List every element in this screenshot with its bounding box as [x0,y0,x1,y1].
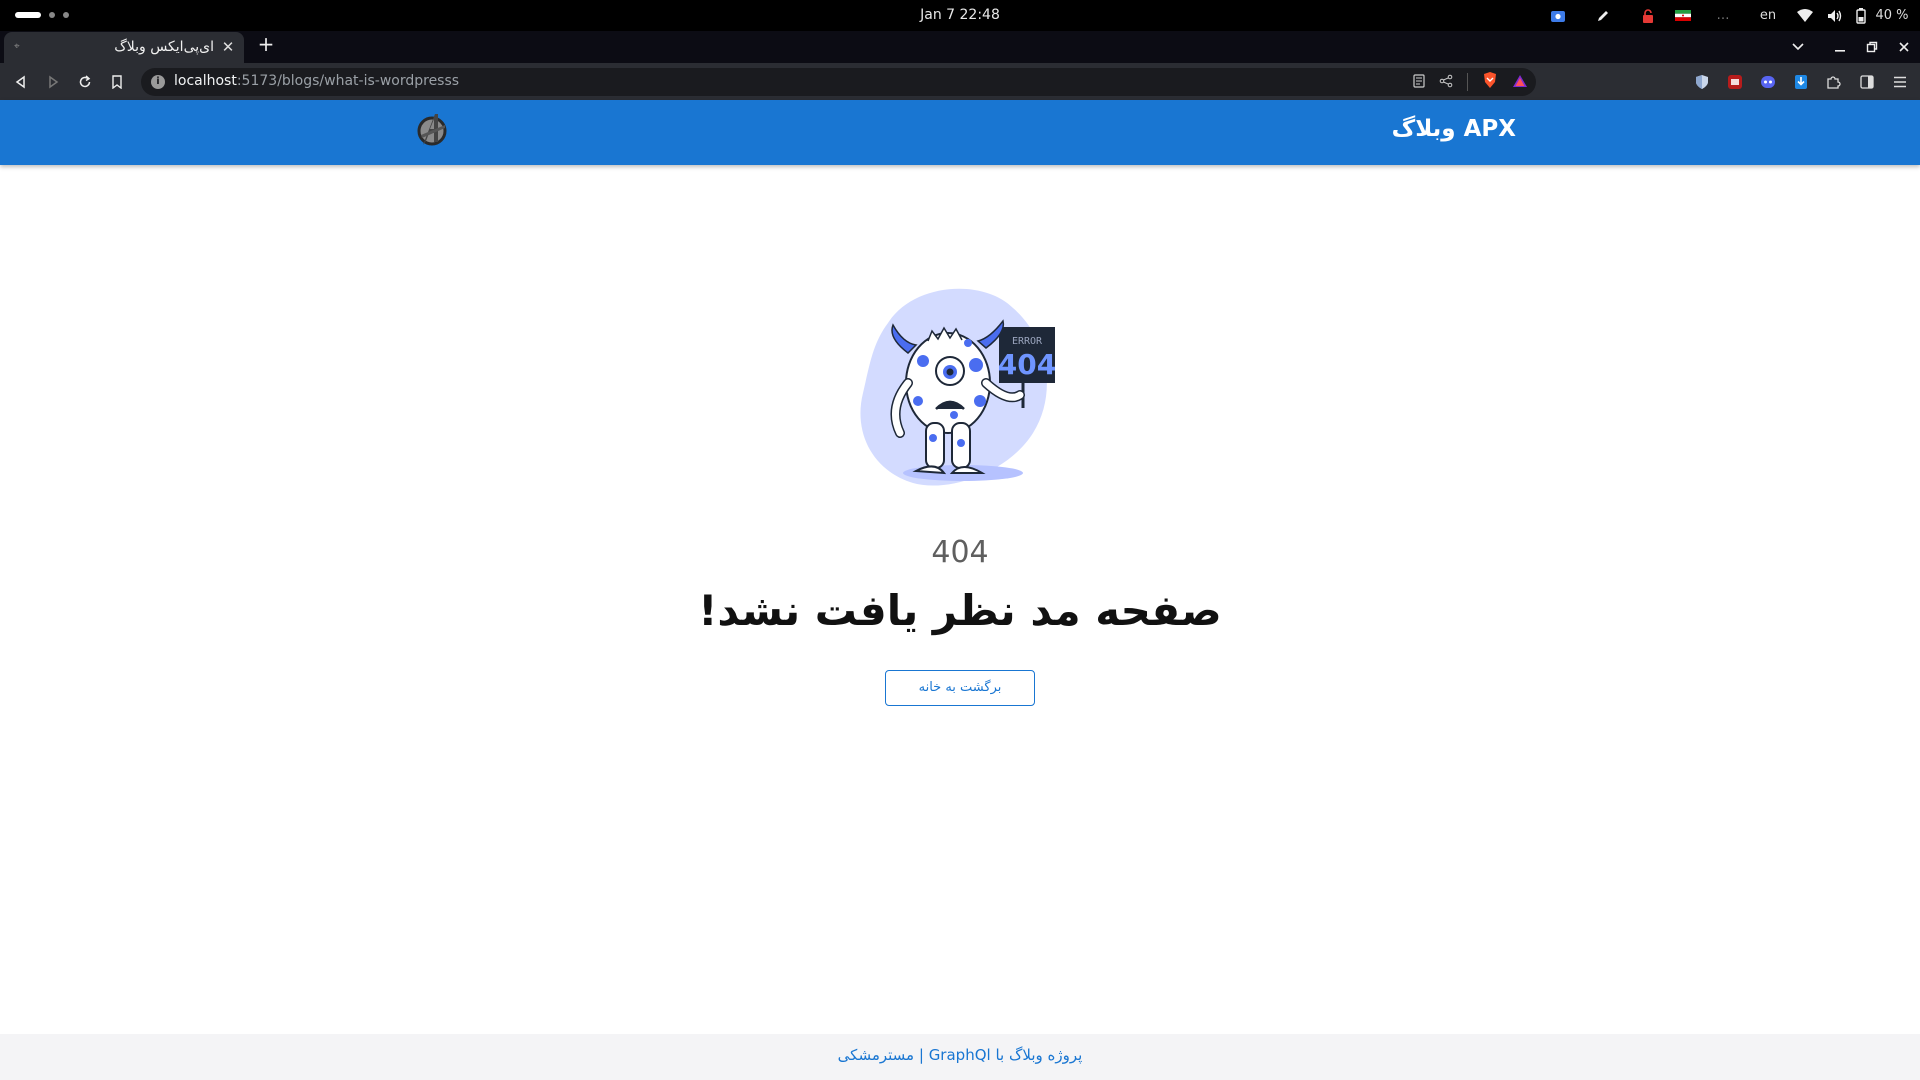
keyboard-layout[interactable]: en [1748,0,1788,31]
reader-mode-icon[interactable] [1413,73,1425,92]
system-tray: … en 40 % [1538,0,1910,31]
window-controls [1782,31,1920,63]
url-divider [1467,73,1468,91]
footer-text[interactable]: پروژه وبلاگ با GraphQl | مسترمشکی [0,1046,1920,1064]
shield-ext-icon[interactable] [1690,70,1714,94]
sidebar-icon[interactable] [1855,70,1879,94]
tab-strip: ⌖ ای‌پی‌ایکس وبلاگ ✕ [0,31,1920,63]
url-host: localhost [174,73,237,89]
minimize-icon[interactable] [1824,31,1856,63]
lock-icon[interactable] [1628,0,1668,31]
site-footer: پروژه وبلاگ با GraphQl | مسترمشکی [0,1034,1920,1080]
bookmark-icon[interactable] [104,69,130,95]
share-icon[interactable] [1439,73,1453,92]
monster-404-illustration: ERROR 404 [858,283,1062,493]
brave-rewards-icon[interactable] [1512,73,1528,92]
reload-icon[interactable] [72,69,98,95]
brave-shield-icon[interactable] [1482,71,1498,93]
ublock-ext-icon[interactable] [1723,70,1747,94]
flag-iran-icon[interactable] [1668,0,1698,31]
browser-toolbar: i localhost:5173/blogs/what-is-wordpress… [0,63,1920,100]
menu-icon[interactable] [1888,70,1912,94]
back-home-button[interactable]: برگشت به خانه [885,670,1035,706]
address-bar[interactable]: i localhost:5173/blogs/what-is-wordpress… [141,68,1536,96]
ellipsis-icon[interactable]: … [1698,0,1748,31]
battery-icon[interactable] [1848,0,1874,31]
wifi-icon[interactable] [1788,0,1822,31]
site-header: APX وبلاگ [0,100,1920,165]
download-ext-icon[interactable] [1789,70,1813,94]
workspace-active[interactable] [15,12,41,18]
site-title[interactable]: APX وبلاگ [1392,116,1516,142]
new-tab-button[interactable]: + [254,33,278,57]
url-text[interactable]: localhost:5173/blogs/what-is-wordpresss [174,73,459,89]
puzzle-ext-icon[interactable] [1822,70,1846,94]
forward-icon[interactable] [40,69,66,95]
tab-active[interactable]: ⌖ ای‌پی‌ایکس وبلاگ ✕ [4,32,244,63]
workspace-dot[interactable] [63,12,69,18]
screencast-icon[interactable] [1538,0,1578,31]
restore-icon[interactable] [1856,31,1888,63]
error-code: 404 [931,535,989,570]
sign-error-text: ERROR [1012,336,1043,347]
close-window-icon[interactable] [1888,31,1920,63]
extensions-row [1690,69,1912,95]
workspace-dot[interactable] [49,12,55,18]
tab-close-icon[interactable]: ✕ [220,38,236,56]
pen-icon[interactable] [1578,0,1628,31]
battery-percent: 40 % [1875,8,1909,23]
avengers-logo-icon[interactable] [417,111,449,149]
discord-ext-icon[interactable] [1756,70,1780,94]
workspace-indicator[interactable] [15,12,69,18]
sign-404-text: 404 [998,348,1056,381]
url-actions [1413,68,1528,96]
os-top-bar: Jan 7 22:48 … en 40 % [0,0,1920,31]
volume-icon[interactable] [1822,0,1848,31]
tab-title: ای‌پی‌ایکس وبلاگ [114,39,214,55]
url-path: :5173/blogs/what-is-wordpresss [236,73,460,89]
site-info-icon[interactable]: i [151,75,165,89]
tab-search-icon[interactable] [1782,31,1814,63]
favicon-icon: ⌖ [14,41,20,52]
error-message: صفحه مد نظر یافت نشد! [698,586,1222,635]
back-icon[interactable] [8,69,34,95]
